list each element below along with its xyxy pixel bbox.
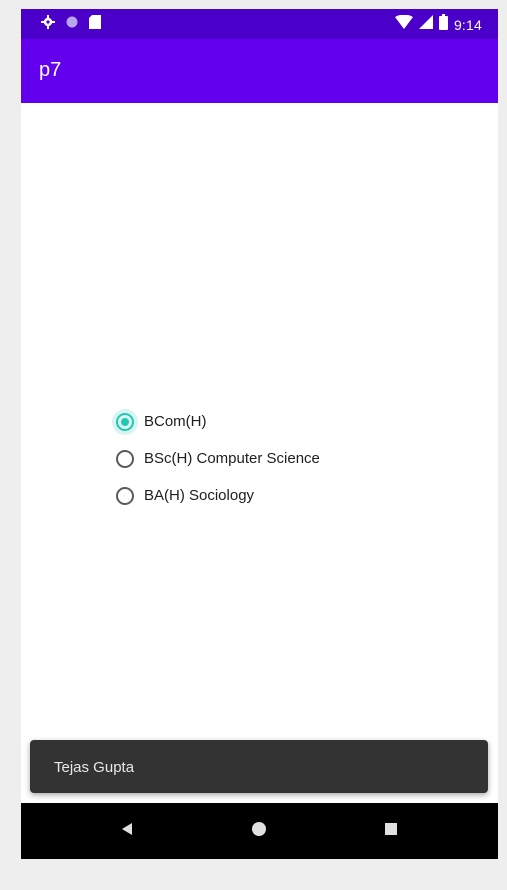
- status-time: 9:14: [453, 16, 482, 33]
- recents-icon: [384, 822, 398, 841]
- course-radio-group: BCom(H) BSc(H) Computer Science BA(H) So…: [112, 403, 320, 514]
- status-right-icons: 9:14: [394, 14, 482, 35]
- radio-label: BCom(H): [144, 413, 207, 430]
- battery-icon: [438, 14, 448, 35]
- navigation-bar: [21, 803, 498, 859]
- wifi-icon: [394, 14, 413, 34]
- main-content: BCom(H) BSc(H) Computer Science BA(H) So…: [21, 103, 498, 803]
- snackbar-text: Tejas Gupta: [54, 759, 135, 776]
- status-bar: 9:14: [21, 9, 498, 39]
- radio-option-bcom[interactable]: BCom(H): [112, 403, 320, 440]
- radio-button[interactable]: [116, 449, 134, 468]
- home-button[interactable]: [229, 803, 289, 859]
- recents-button[interactable]: [361, 803, 421, 859]
- radio-button-checked[interactable]: [112, 408, 138, 435]
- signal-icon: [418, 15, 433, 34]
- radio-option-ba-sociology[interactable]: BA(H) Sociology: [116, 477, 320, 514]
- radio-label: BA(H) Sociology: [144, 487, 255, 504]
- phone-screen: 9:14 p7 BCom(H) BSc(H) Computer Science …: [21, 9, 498, 859]
- snackbar: Tejas Gupta: [30, 740, 488, 793]
- radio-option-bsc-cs[interactable]: BSc(H) Computer Science: [116, 440, 320, 477]
- back-icon: [120, 822, 134, 841]
- back-button[interactable]: [97, 803, 157, 859]
- app-title: p7: [39, 59, 62, 81]
- radio-label: BSc(H) Computer Science: [144, 450, 320, 467]
- radio-button[interactable]: [116, 486, 134, 505]
- status-left-icons: [41, 15, 101, 34]
- home-icon: [251, 821, 267, 842]
- sd-card-icon: [89, 15, 101, 34]
- app-bar: p7: [21, 39, 498, 103]
- circle-icon: [65, 15, 79, 34]
- gear-icon: [41, 15, 55, 34]
